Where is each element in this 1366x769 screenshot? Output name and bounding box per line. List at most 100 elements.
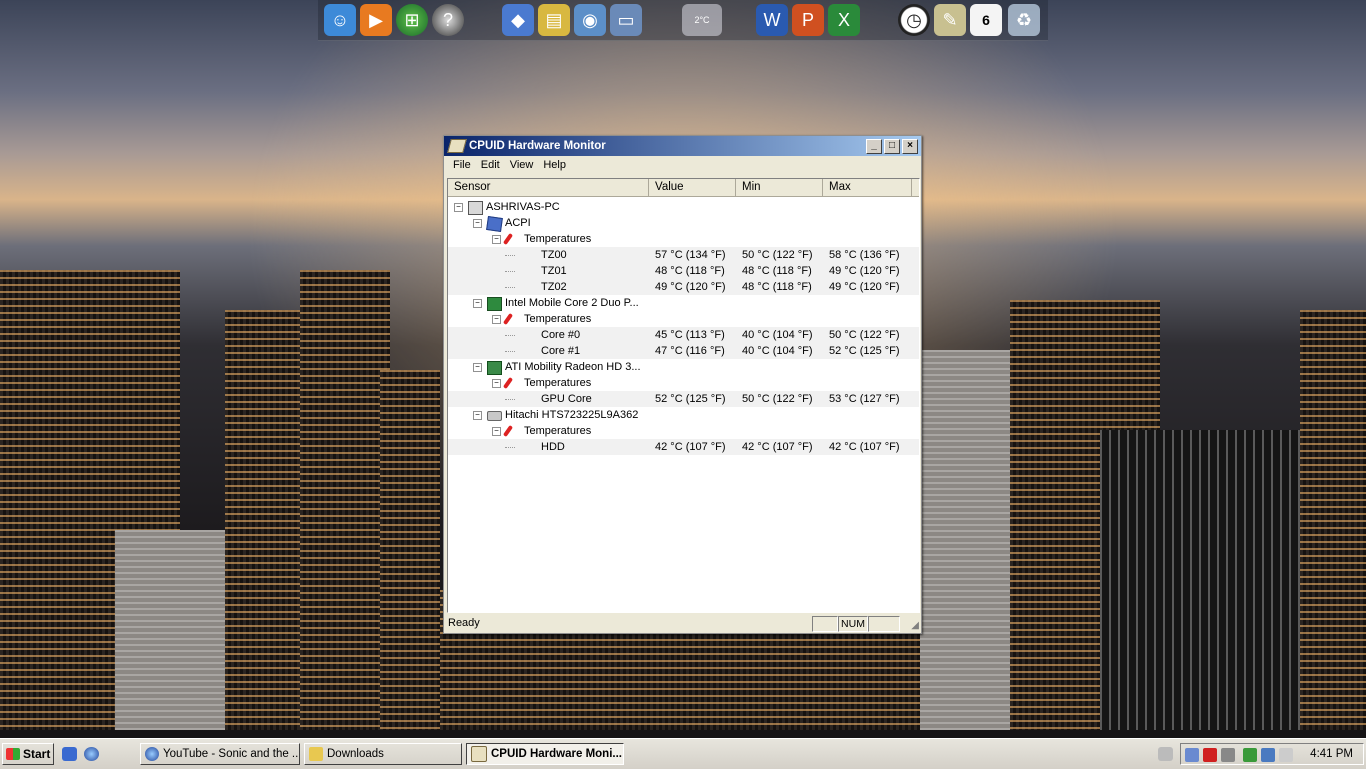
sensor-min: 48 °C (118 °F) bbox=[742, 281, 812, 293]
sensor-row[interactable]: TZ00 57 °C (134 °F) 50 °C (122 °F) 58 °C (1… bbox=[448, 247, 919, 263]
collapse-toggle-icon[interactable]: − bbox=[492, 379, 501, 388]
tree-connector bbox=[505, 399, 515, 400]
sensor-row[interactable]: HDD 42 °C (107 °F) 42 °C (107 °F) 42 °C (10… bbox=[448, 439, 919, 455]
status-scroll-box bbox=[868, 616, 900, 632]
collapse-toggle-icon[interactable]: − bbox=[454, 203, 463, 212]
sensor-value: 49 °C (120 °F) bbox=[655, 281, 726, 293]
sensor-row[interactable]: GPU Core 52 °C (125 °F) 50 °C (122 °F) 53 °… bbox=[448, 391, 919, 407]
tree-node[interactable]: − ATI Mobility Radeon HD 3... bbox=[448, 359, 919, 375]
tree-node[interactable]: − ASHRIVAS-PC bbox=[448, 199, 919, 215]
security-tray-icon[interactable] bbox=[1203, 748, 1217, 762]
hardware-monitor-window: CPUID Hardware Monitor _ □ × File Edit V… bbox=[443, 135, 922, 634]
recycle-bin-icon[interactable]: ♻ bbox=[1008, 4, 1040, 36]
sensor-value: 42 °C (107 °F) bbox=[655, 441, 726, 453]
windows-orb-icon[interactable]: ⊞ bbox=[396, 4, 428, 36]
tree-connector bbox=[505, 255, 515, 256]
menu-file[interactable]: File bbox=[448, 159, 476, 171]
clock-widget-icon[interactable]: ◷ bbox=[898, 4, 930, 36]
internet-icon[interactable]: ◉ bbox=[574, 4, 606, 36]
calendar-icon[interactable]: 6 bbox=[970, 4, 1002, 36]
sensor-label: ACPI bbox=[505, 217, 531, 229]
sensor-row[interactable]: Core #0 45 °C (113 °F) 40 °C (104 °F) 50 °C… bbox=[448, 327, 919, 343]
thermometer-icon bbox=[502, 376, 514, 390]
network-icon[interactable]: ◆ bbox=[502, 4, 534, 36]
cpu-chip-icon bbox=[487, 297, 502, 311]
tree-node[interactable]: − ACPI bbox=[448, 215, 919, 232]
start-button[interactable]: Start bbox=[2, 743, 54, 765]
quicklaunch-browser-icon[interactable] bbox=[84, 747, 99, 761]
help-icon[interactable]: ? bbox=[432, 4, 464, 36]
show-desktop-icon[interactable] bbox=[62, 747, 77, 761]
tree-connector bbox=[505, 335, 515, 336]
minimize-button[interactable]: _ bbox=[866, 138, 882, 154]
column-min[interactable]: Min bbox=[736, 179, 823, 196]
tree-node[interactable]: − Hitachi HTS723225L9A362 bbox=[448, 407, 919, 423]
tree-node[interactable]: − Temperatures bbox=[448, 375, 919, 391]
taskbar: Start YouTube - Sonic and the ... Downlo… bbox=[0, 738, 1366, 769]
task-label: YouTube - Sonic and the ... bbox=[163, 748, 300, 760]
collapse-toggle-icon[interactable]: − bbox=[473, 411, 482, 420]
collapse-toggle-icon[interactable]: − bbox=[492, 315, 501, 324]
media-player-icon[interactable]: ▶ bbox=[360, 4, 392, 36]
collapse-toggle-icon[interactable]: − bbox=[473, 363, 482, 372]
column-max[interactable]: Max bbox=[823, 179, 912, 196]
collapse-toggle-icon[interactable]: − bbox=[473, 299, 482, 308]
messenger-icon[interactable]: ☺ bbox=[324, 4, 356, 36]
collapse-toggle-icon[interactable]: − bbox=[473, 219, 482, 228]
tree-connector bbox=[505, 351, 515, 352]
sensor-tree-view[interactable]: Sensor Value Min Max − ASHRIVAS-PC − ACPI − T… bbox=[447, 178, 920, 613]
cpuid-icon bbox=[471, 746, 487, 762]
sensor-label: Hitachi HTS723225L9A362 bbox=[505, 409, 639, 421]
tree-node[interactable]: − Temperatures bbox=[448, 311, 919, 327]
column-value[interactable]: Value bbox=[649, 179, 736, 196]
excel-icon[interactable]: X bbox=[828, 4, 860, 36]
tree-node[interactable]: − Temperatures bbox=[448, 231, 919, 247]
column-header: Sensor Value Min Max bbox=[448, 179, 919, 197]
menu-edit[interactable]: Edit bbox=[476, 159, 505, 171]
word-icon[interactable]: W bbox=[756, 4, 788, 36]
task-downloads[interactable]: Downloads bbox=[304, 743, 462, 765]
window-title: CPUID Hardware Monitor bbox=[469, 140, 606, 152]
task-cpuid[interactable]: CPUID Hardware Moni... bbox=[466, 743, 624, 765]
computer-icon[interactable]: ▭ bbox=[610, 4, 642, 36]
menu-view[interactable]: View bbox=[505, 159, 539, 171]
maximize-button[interactable]: □ bbox=[884, 138, 900, 154]
sensor-row[interactable]: TZ02 49 °C (120 °F) 48 °C (118 °F) 49 °C (1… bbox=[448, 279, 919, 295]
sensor-label: Temperatures bbox=[524, 377, 592, 389]
windows-flag-icon bbox=[6, 748, 20, 760]
sensor-row[interactable]: TZ01 48 °C (118 °F) 48 °C (118 °F) 49 °C (1… bbox=[448, 263, 919, 279]
connection-tray-icon[interactable] bbox=[1261, 748, 1275, 762]
sensor-label: ASHRIVAS-PC bbox=[486, 201, 560, 213]
network-tray-icon[interactable] bbox=[1185, 748, 1199, 762]
volume-icon[interactable] bbox=[1279, 748, 1293, 762]
close-button[interactable]: × bbox=[902, 138, 918, 154]
keyboard-icon[interactable] bbox=[1158, 747, 1173, 761]
collapse-toggle-icon[interactable]: − bbox=[492, 427, 501, 436]
sensor-min: 50 °C (122 °F) bbox=[742, 393, 813, 405]
sensor-min: 50 °C (122 °F) bbox=[742, 249, 813, 261]
sensor-value: 48 °C (118 °F) bbox=[655, 265, 725, 277]
clock[interactable]: 4:41 PM bbox=[1310, 748, 1353, 760]
collapse-toggle-icon[interactable]: − bbox=[492, 235, 501, 244]
column-sensor[interactable]: Sensor bbox=[448, 179, 649, 196]
battery-tray-icon[interactable] bbox=[1243, 748, 1257, 762]
sensor-label: HDD bbox=[541, 441, 565, 453]
task-youtube[interactable]: YouTube - Sonic and the ... bbox=[140, 743, 300, 765]
weather-widget-icon[interactable]: 2°C bbox=[682, 4, 722, 36]
sensor-max: 52 °C (125 °F) bbox=[829, 345, 900, 357]
title-bar[interactable]: CPUID Hardware Monitor _ □ × bbox=[444, 136, 921, 156]
tree-node[interactable]: − Intel Mobile Core 2 Duo P... bbox=[448, 295, 919, 311]
powerpoint-icon[interactable]: P bbox=[792, 4, 824, 36]
sensor-label: TZ02 bbox=[541, 281, 567, 293]
sensor-row[interactable]: Core #1 47 °C (116 °F) 40 °C (104 °F) 52 °C… bbox=[448, 343, 919, 359]
status-num-box: NUM bbox=[838, 616, 868, 632]
notes-icon[interactable]: ✎ bbox=[934, 4, 966, 36]
sensor-max: 58 °C (136 °F) bbox=[829, 249, 900, 261]
resize-grip-icon[interactable]: ◢ bbox=[911, 620, 919, 631]
sensor-label: TZ01 bbox=[541, 265, 567, 277]
folders-icon[interactable]: ▤ bbox=[538, 4, 570, 36]
monitor-tray-icon[interactable] bbox=[1221, 748, 1235, 762]
sensor-min: 42 °C (107 °F) bbox=[742, 441, 813, 453]
tree-node[interactable]: − Temperatures bbox=[448, 423, 919, 439]
menu-help[interactable]: Help bbox=[538, 159, 571, 171]
